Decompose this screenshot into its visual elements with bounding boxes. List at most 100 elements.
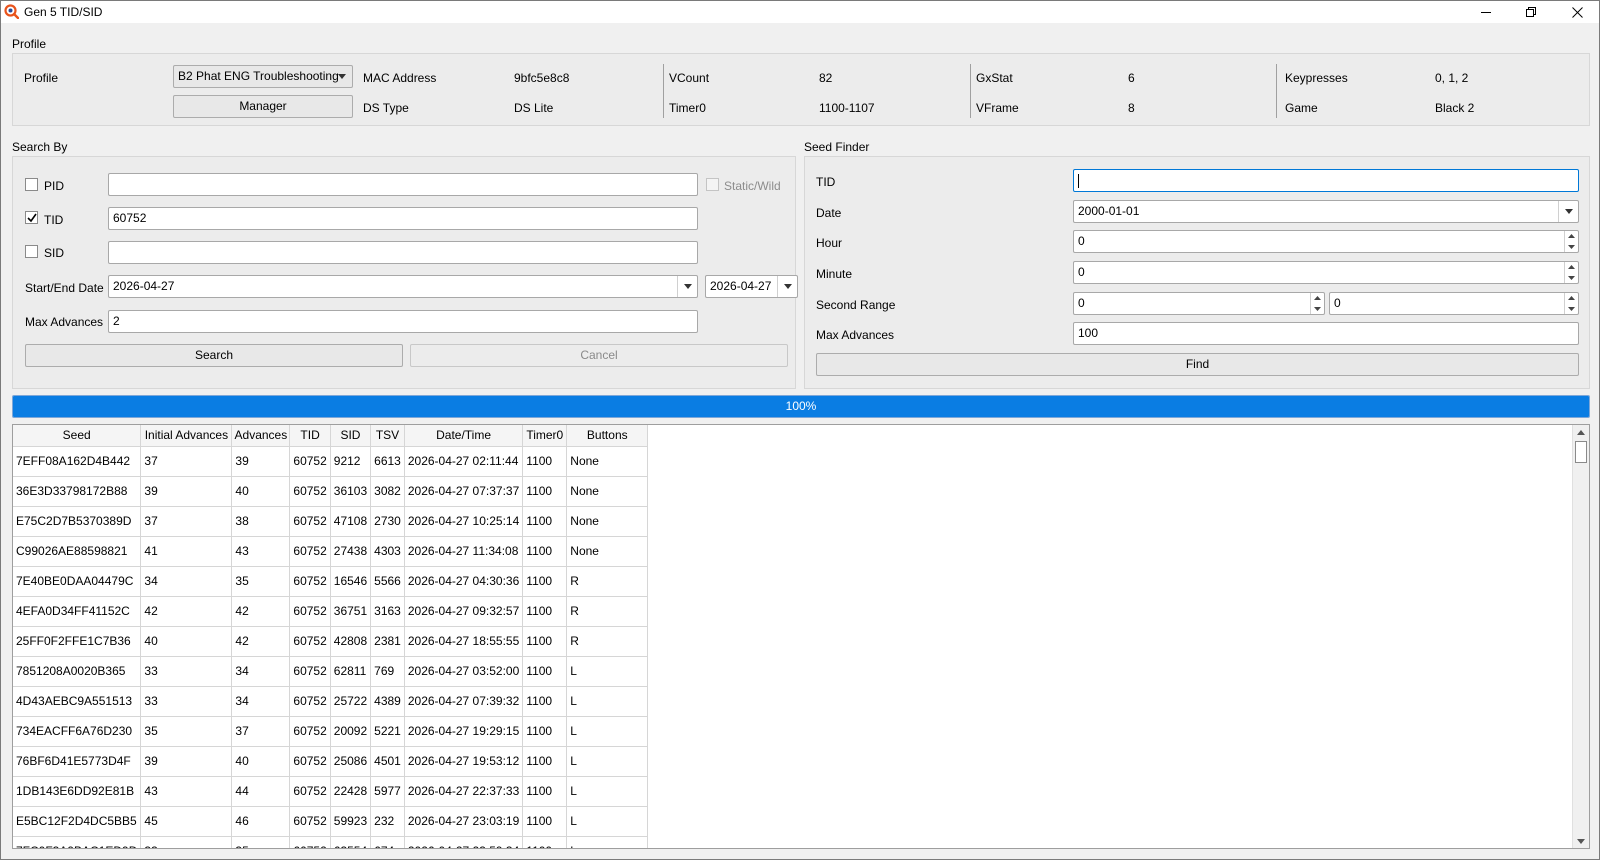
table-cell: 7FC0F3A9BAC1ED9D — [13, 836, 142, 848]
find-button[interactable]: Find — [816, 353, 1579, 376]
seed-tid-input[interactable] — [1073, 169, 1579, 192]
scroll-up-arrow-icon[interactable] — [1573, 425, 1589, 439]
column-header[interactable]: Date/Time — [404, 425, 524, 447]
table-cell: 39 — [140, 476, 233, 507]
hour-spinbox[interactable]: 0 — [1073, 230, 1579, 253]
table-row[interactable]: C99026AE88598821 41 43 60752 27438 4303 2026-0… — [13, 536, 649, 567]
table-cell: 60752 — [289, 536, 331, 567]
table-cell: 42 — [140, 596, 233, 627]
table-cell: 2026-04-27 22:37:33 — [404, 776, 524, 807]
table-row[interactable]: E75C2D7B5370389D 37 38 60752 47108 2730 2026-0… — [13, 506, 649, 537]
second-max-spinbox[interactable]: 0 — [1329, 292, 1579, 315]
spin-arrows-icon[interactable] — [1564, 262, 1578, 283]
max-advances-input[interactable]: 2 — [108, 310, 698, 333]
seed-date-label: Date — [816, 206, 842, 220]
restore-button[interactable] — [1508, 1, 1554, 23]
scrollbar-thumb[interactable] — [1575, 441, 1587, 463]
table-row[interactable]: 7FC0F3A9BAC1ED9D333560752635546742026-04… — [13, 836, 649, 848]
close-button[interactable] — [1554, 1, 1600, 23]
seed-max-advances-input[interactable]: 100 — [1073, 322, 1579, 345]
results-table[interactable]: Seed Initial Advances Advances TID SID TSV Dat… — [12, 424, 1590, 849]
pid-checkbox[interactable] — [25, 178, 38, 191]
table-cell: 4D43AEBC9A551513 — [13, 686, 142, 717]
title-bar[interactable]: Gen 5 TID/SID — [1, 1, 1599, 23]
column-header[interactable]: TSV — [370, 425, 405, 447]
vertical-scrollbar[interactable] — [1572, 425, 1589, 848]
second-min-value: 0 — [1078, 296, 1085, 310]
profile-select[interactable]: B2 Phat ENG Troubleshooting — [173, 65, 353, 88]
column-header[interactable]: Timer0 — [522, 425, 568, 447]
column-header[interactable]: Initial Advances — [140, 425, 233, 447]
table-row[interactable]: 7EFF08A162D4B442 37 39 60752 9212 6613 2026-04… — [13, 446, 649, 477]
manager-button[interactable]: Manager — [173, 95, 353, 118]
table-cell: L — [566, 836, 649, 848]
table-cell: 674 — [370, 836, 405, 848]
seed-finder-group-label: Seed Finder — [804, 140, 870, 154]
table-row[interactable]: 7E40BE0DAA04479C 34 35 60752 16546 5566 2026-0… — [13, 566, 649, 597]
second-min-spinbox[interactable]: 0 — [1073, 292, 1325, 315]
table-cell: 22428 — [330, 776, 372, 807]
table-row[interactable]: 4D43AEBC9A551513 33 34 60752 25722 4389 2026-0… — [13, 686, 649, 717]
table-cell: 2026-04-27 07:37:37 — [404, 476, 524, 507]
tid-checkbox[interactable] — [25, 211, 38, 224]
sid-checkbox[interactable] — [25, 245, 38, 258]
table-cell: None — [566, 536, 649, 567]
pid-input[interactable] — [108, 173, 698, 196]
table-cell: 1100 — [522, 506, 568, 537]
start-date-value: 2026-04-27 — [113, 279, 175, 293]
table-cell: None — [566, 476, 649, 507]
table-cell: 40 — [140, 626, 233, 657]
table-cell: 1100 — [522, 566, 568, 597]
table-cell: 60752 — [289, 716, 331, 747]
spin-arrows-icon[interactable] — [1564, 293, 1578, 314]
column-header[interactable]: Advances — [231, 425, 291, 447]
table-row[interactable]: 25FF0F2FFE1C7B36 40 42 60752 42808 2381 2026-0… — [13, 626, 649, 657]
profile-panel: Profile B2 Phat ENG Troubleshooting Mana… — [12, 53, 1590, 126]
restore-icon — [1526, 7, 1536, 17]
table-row[interactable]: 734EACFF6A76D230 35 37 60752 20092 5221 2026-0… — [13, 716, 649, 747]
table-row[interactable]: 36E3D33798172B88 39 40 60752 36103 3082 2026-0… — [13, 476, 649, 507]
table-cell: 33 — [140, 836, 233, 848]
sid-label: SID — [44, 246, 65, 260]
vframe-value: 8 — [1128, 101, 1135, 115]
start-date-input[interactable]: 2026-04-27 — [108, 275, 698, 298]
table-cell: 38 — [231, 506, 291, 537]
progress-text: 100% — [785, 399, 817, 413]
progress-bar: 100% — [12, 395, 1590, 418]
end-date-input[interactable]: 2026-04-27 — [705, 275, 798, 298]
table-cell: 25086 — [330, 746, 372, 777]
table-cell: L — [566, 746, 649, 777]
seed-date-input[interactable]: 2000-01-01 — [1073, 200, 1579, 223]
column-header[interactable]: Seed — [13, 425, 142, 447]
chevron-down-icon[interactable] — [677, 276, 697, 297]
table-row[interactable]: 4EFA0D34FF41152C 42 42 60752 36751 3163 2026-0… — [13, 596, 649, 627]
search-button[interactable]: Search — [25, 344, 403, 367]
cancel-button[interactable]: Cancel — [410, 344, 788, 367]
column-header[interactable]: Buttons — [566, 425, 649, 447]
static-wild-checkbox[interactable] — [706, 178, 719, 191]
table-row[interactable]: 1DB143E6DD92E81B 43 44 60752 22428 5977 2026-0… — [13, 776, 649, 807]
table-row[interactable]: E5BC12F2D4DC5BB5 45 46 60752 59923 232 2026-04… — [13, 806, 649, 837]
scroll-down-arrow-icon[interactable] — [1573, 834, 1589, 848]
table-cell: None — [566, 506, 649, 537]
minimize-button[interactable] — [1463, 1, 1509, 23]
column-header[interactable]: TID — [289, 425, 331, 447]
table-cell: 734EACFF6A76D230 — [13, 716, 142, 747]
search-by-panel: PID Static/Wild TID 60752 SID Start/End … — [12, 156, 798, 389]
table-cell: 60752 — [289, 626, 331, 657]
table-cell: 7EFF08A162D4B442 — [13, 446, 142, 477]
table-cell: 36E3D33798172B88 — [13, 476, 142, 507]
static-wild-label: Static/Wild — [724, 179, 781, 193]
sid-input[interactable] — [108, 241, 698, 264]
table-row[interactable]: 76BF6D41E5773D4F 39 40 60752 25086 4501 2026-0… — [13, 746, 649, 777]
table-cell: 27438 — [330, 536, 372, 567]
tid-input[interactable]: 60752 — [108, 207, 698, 230]
chevron-down-icon[interactable] — [1558, 201, 1578, 222]
table-cell: 39 — [140, 746, 233, 777]
spin-arrows-icon[interactable] — [1310, 293, 1324, 314]
spin-arrows-icon[interactable] — [1564, 231, 1578, 252]
minute-spinbox[interactable]: 0 — [1073, 261, 1579, 284]
chevron-down-icon[interactable] — [777, 276, 797, 297]
column-header[interactable]: SID — [330, 425, 372, 447]
table-row[interactable]: 7851208A0020B365 33 34 60752 62811 769 2026-04… — [13, 656, 649, 687]
